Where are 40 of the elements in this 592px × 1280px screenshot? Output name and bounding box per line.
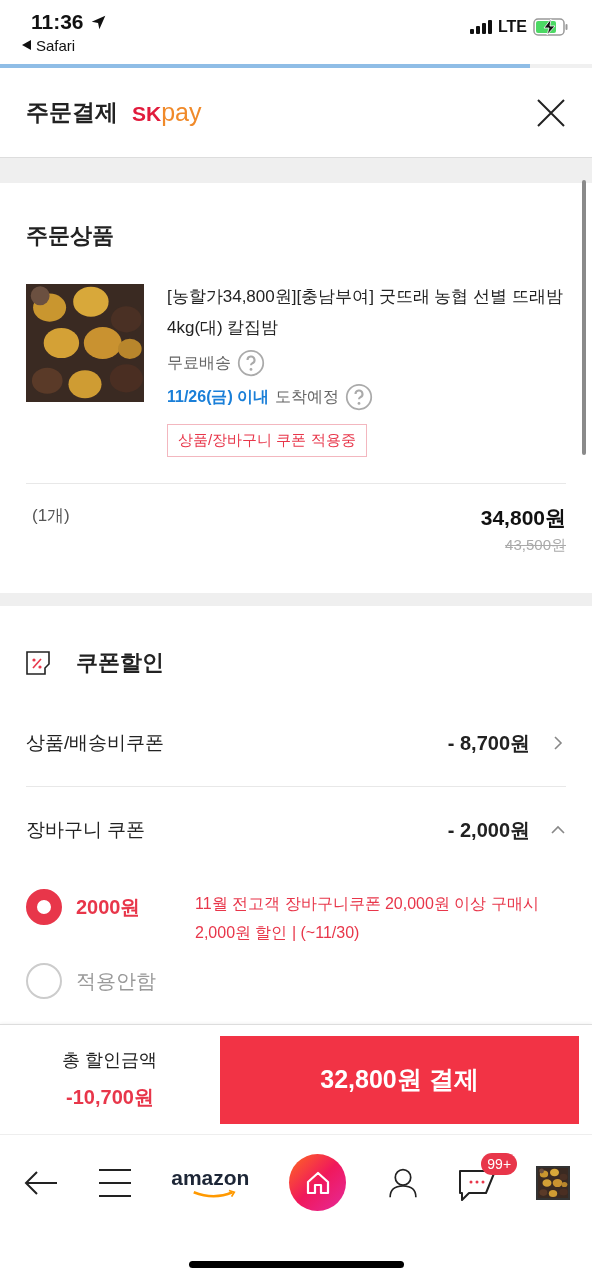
signal-icon: [469, 20, 492, 34]
close-icon[interactable]: [536, 97, 566, 128]
back-triangle-icon: [22, 40, 31, 50]
original-price: 43,500원: [505, 536, 566, 555]
coupon-option-label[interactable]: 2000원: [76, 894, 181, 921]
coupon-type-label: 장바구니 쿠폰: [26, 818, 146, 842]
smile-arrow-icon: [192, 1188, 237, 1199]
coupon-type-label: 상품/배송비쿠폰: [26, 731, 165, 755]
arrival-label: 도착예정: [275, 386, 340, 407]
section-title: 쿠폰할인: [76, 649, 164, 677]
radio-button[interactable]: [26, 889, 62, 925]
total-discount-label: 총 할인금액: [62, 1049, 158, 1072]
product-name[interactable]: [농할가34,800원][충남부여] 굿뜨래 농협 선별 뜨래밤 4kg(대) 칼집밤: [167, 281, 566, 343]
coupon-percent-icon: [26, 651, 50, 675]
quantity-label: (1개): [32, 505, 70, 527]
menu-icon[interactable]: [97, 1167, 132, 1198]
radio-button[interactable]: [26, 963, 62, 999]
store-logo[interactable]: amazon: [171, 1166, 250, 1199]
shipping-label: 무료배송: [167, 352, 231, 373]
section-title: 주문상품: [26, 222, 115, 250]
back-to-app-link[interactable]: Safari: [22, 36, 76, 54]
help-icon[interactable]: [237, 349, 265, 377]
product-price: 34,800원: [480, 505, 566, 531]
help-icon[interactable]: [345, 383, 374, 411]
coupon-amount: - 2,000원: [447, 817, 530, 843]
location-arrow-icon: [89, 13, 107, 31]
coupon-amount: - 8,700원: [447, 730, 530, 756]
pay-button[interactable]: 32,800원 결제: [220, 1035, 579, 1124]
clock-time: 11:36: [31, 10, 84, 34]
total-discount-amount: -10,700원: [66, 1085, 154, 1110]
arrival-date: 11/26(금) 이내: [167, 386, 270, 407]
coupon-applied-tag: 상품/장바구니 쿠폰 적용중: [167, 424, 367, 457]
home-button[interactable]: [289, 1154, 347, 1211]
payment-logo: SKpay: [132, 98, 202, 127]
home-icon: [304, 1169, 331, 1196]
network-label: LTE: [497, 18, 527, 36]
page-title: 주문결제: [26, 98, 118, 127]
notification-count: 99+: [481, 1152, 518, 1175]
battery-charging-icon: [533, 18, 568, 36]
coupon-description: 11월 전고객 장바구니쿠폰 20,000원 이상 구매시 2,000원 할인 | (~11/30): [195, 894, 540, 943]
